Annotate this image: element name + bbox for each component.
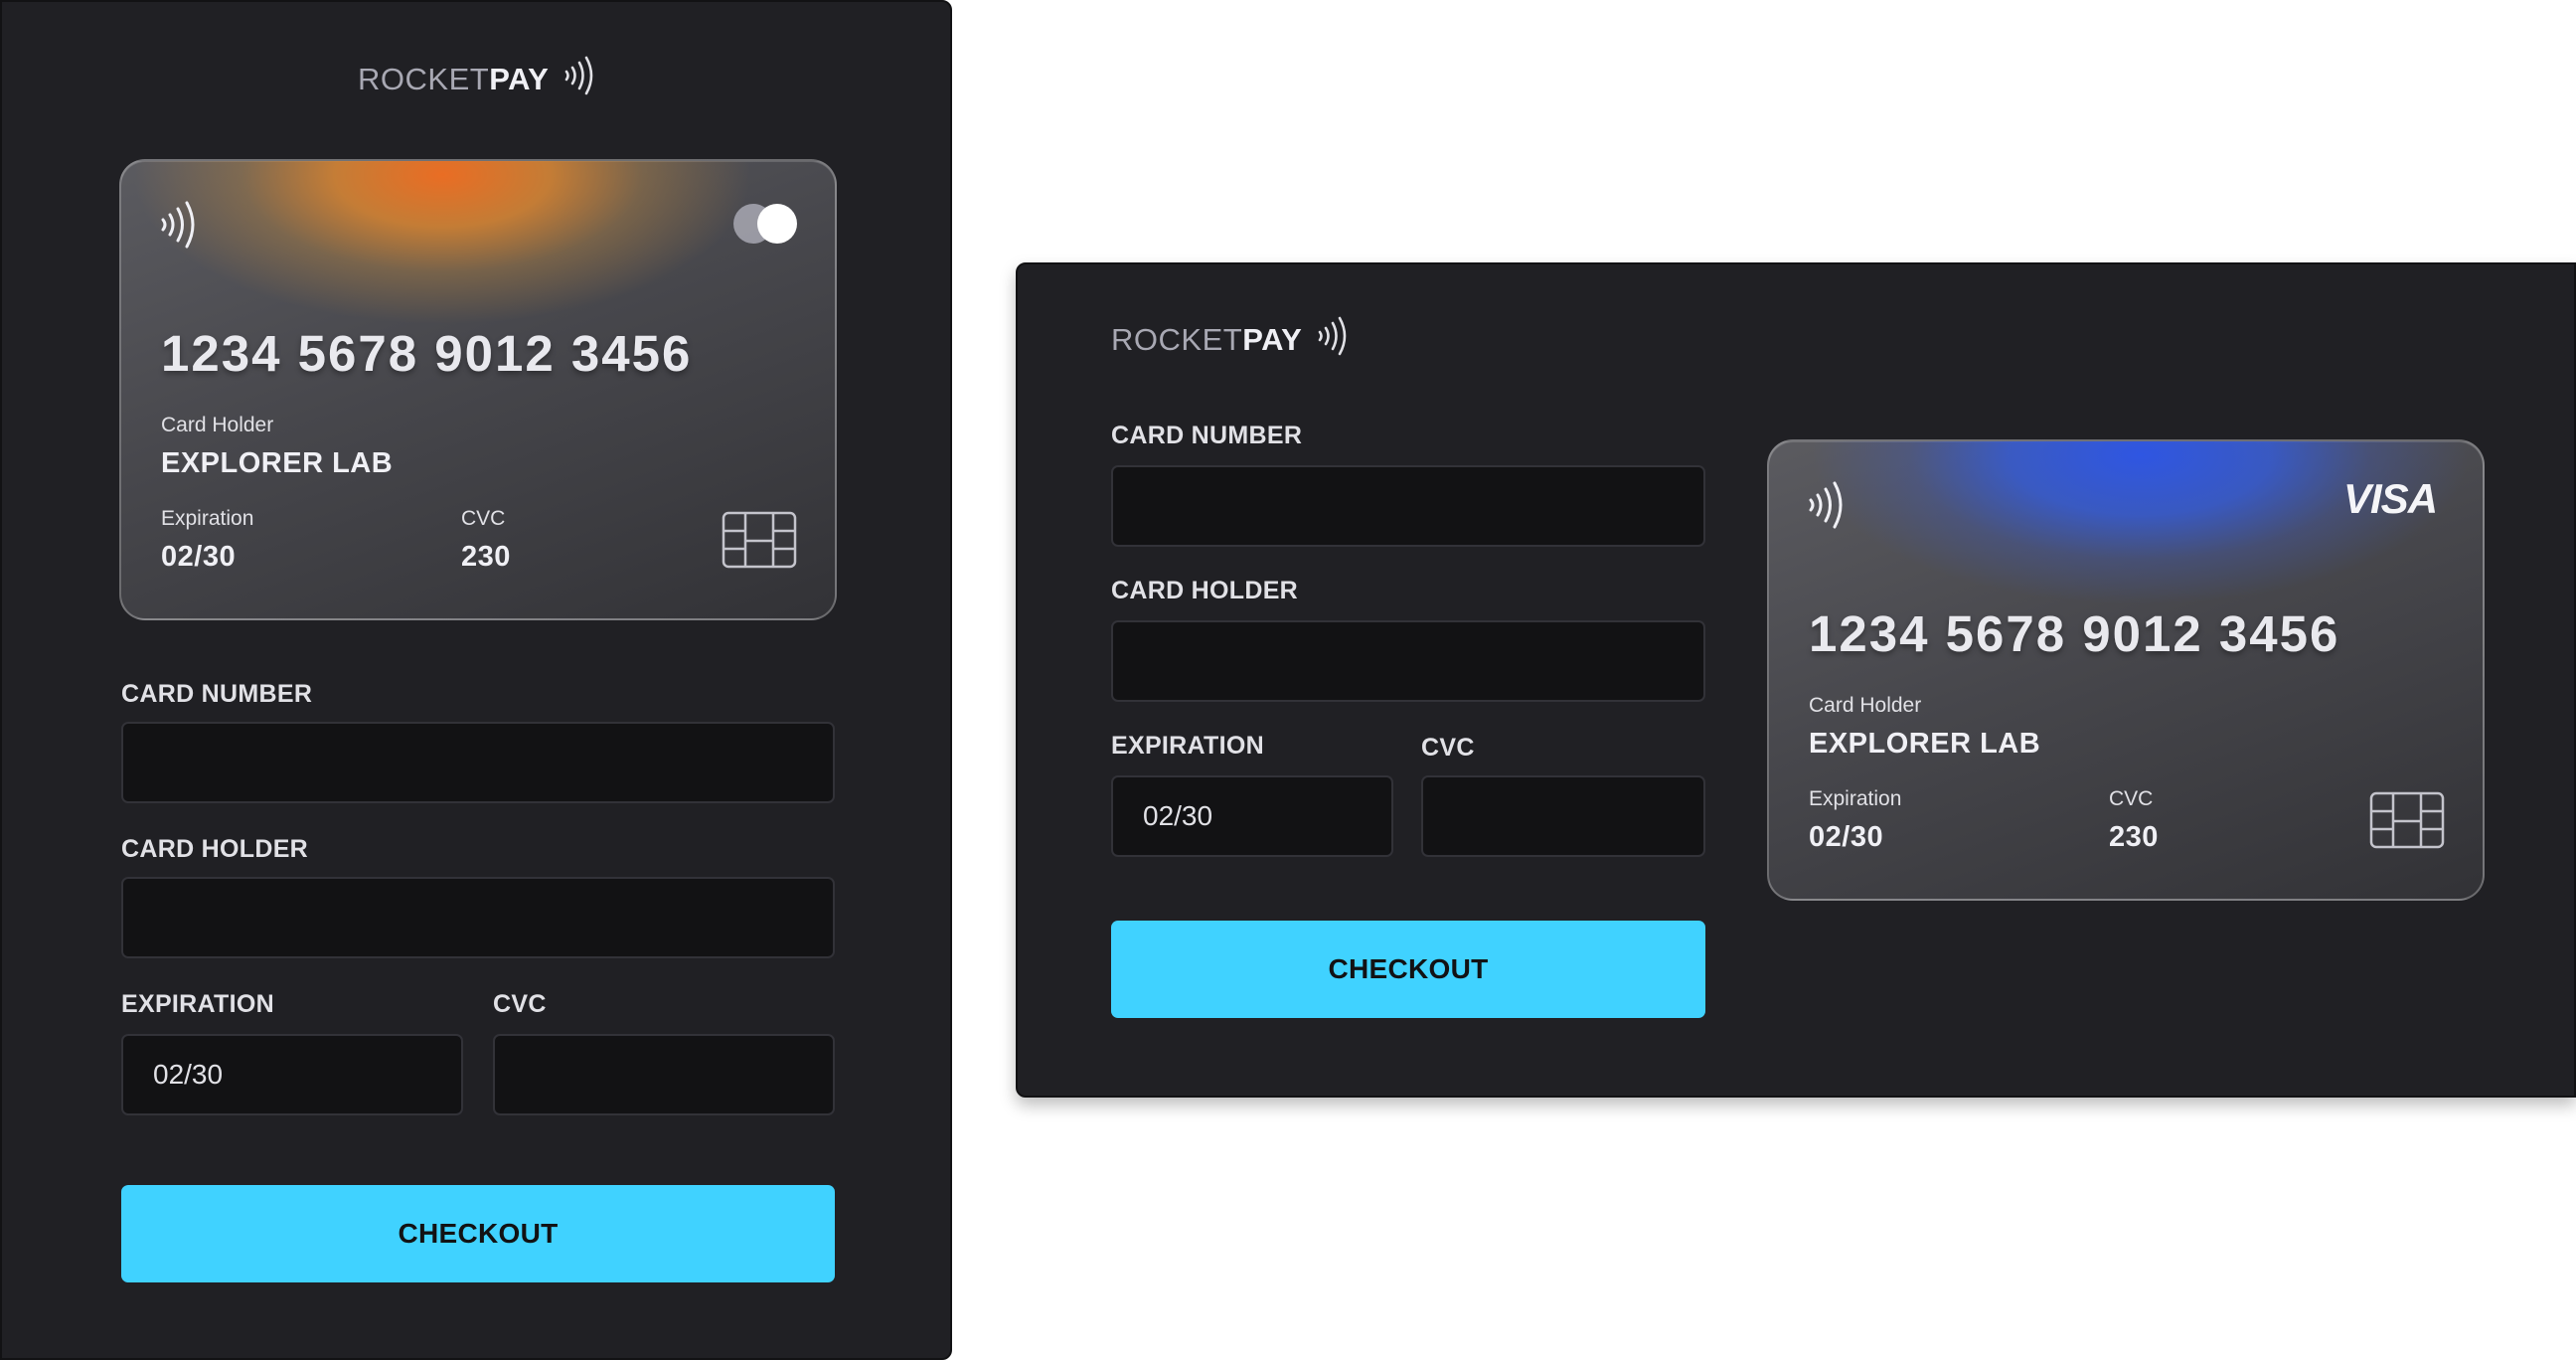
cvc-label: CVC <box>2109 787 2154 810</box>
card-number-input[interactable] <box>121 722 835 803</box>
cvc-value: 230 <box>461 541 511 573</box>
credit-card-preview: 1234 5678 9012 3456 Card Holder EXPLORER… <box>119 159 837 620</box>
cvc-value: 230 <box>2109 821 2159 853</box>
visa-logo: VISA <box>2343 475 2438 522</box>
cvc-label: CVC <box>493 990 547 1018</box>
card-number: 1234 5678 9012 3456 <box>1809 605 2340 662</box>
card-number-label: CARD NUMBER <box>121 680 313 708</box>
card-holder-input[interactable] <box>1111 620 1705 702</box>
card-number: 1234 5678 9012 3456 <box>161 325 693 382</box>
card-holder-value: EXPLORER LAB <box>1809 728 2041 760</box>
expiration-value: 02/30 <box>1809 821 1884 853</box>
card-holder-label: Card Holder <box>1809 694 1922 717</box>
card-holder-label: CARD HOLDER <box>1111 577 1299 604</box>
expiration-label: EXPIRATION <box>121 990 274 1018</box>
contactless-icon <box>563 56 598 103</box>
expiration-label: Expiration <box>161 507 254 530</box>
expiration-input[interactable]: 02/30 <box>121 1034 463 1115</box>
cvc-label: CVC <box>1421 734 1475 762</box>
cvc-input[interactable] <box>1421 775 1705 857</box>
card-holder-value: EXPLORER LAB <box>161 447 394 479</box>
card-number-input[interactable] <box>1111 465 1705 547</box>
contactless-icon <box>1316 316 1352 364</box>
cvc-label: CVC <box>461 507 506 530</box>
mastercard-icon <box>731 201 801 252</box>
chip-icon <box>2369 791 2445 854</box>
contactless-icon <box>159 201 201 254</box>
contactless-icon <box>1807 481 1849 534</box>
rocketpay-logo: ROCKET PAY <box>1111 316 1352 364</box>
expiration-label: Expiration <box>1809 787 1902 810</box>
card-holder-label: CARD HOLDER <box>121 835 309 863</box>
expiration-label: EXPIRATION <box>1111 732 1264 760</box>
rocketpay-logo: ROCKET PAY <box>358 56 598 103</box>
checkout-button[interactable]: CHECKOUT <box>121 1185 835 1282</box>
expiration-input[interactable]: 02/30 <box>1111 775 1393 857</box>
checkout-panel-mobile: ROCKET PAY 1234 5678 9012 3456 Card Holde… <box>0 0 952 1360</box>
checkout-button[interactable]: CHECKOUT <box>1111 921 1705 1018</box>
credit-card-preview: VISA 1234 5678 9012 3456 Card Holder EXP… <box>1767 439 2485 901</box>
expiration-value: 02/30 <box>161 541 237 573</box>
card-holder-input[interactable] <box>121 877 835 958</box>
card-holder-label: Card Holder <box>161 414 274 436</box>
checkout-panel-desktop: ROCKET PAY CARD NUMBER CARD HOLDER EXPIRA… <box>1016 262 2576 1098</box>
chip-icon <box>722 511 797 574</box>
card-number-label: CARD NUMBER <box>1111 422 1303 449</box>
cvc-input[interactable] <box>493 1034 835 1115</box>
